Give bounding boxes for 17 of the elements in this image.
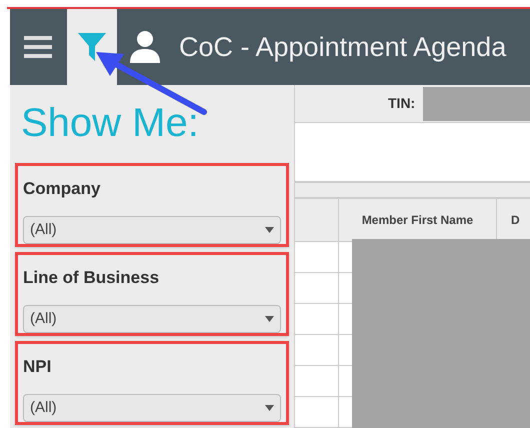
filter-label: Line of Business — [23, 267, 160, 289]
filter-dropdown[interactable]: (All) — [23, 304, 281, 333]
filter-button[interactable] — [67, 9, 117, 85]
tin-field[interactable] — [423, 86, 530, 120]
tin-label: TIN: — [388, 94, 416, 113]
dropdown-caret-icon — [265, 226, 274, 233]
panel-title: Show Me: — [21, 103, 200, 143]
dropdown-caret-icon — [265, 404, 274, 411]
filter-icon — [77, 31, 107, 63]
filter-dropdown[interactable]: (All) — [23, 216, 281, 244]
column-header: D — [510, 212, 521, 229]
filter-label: NPI — [23, 356, 52, 378]
app-title: CoC - Appointment Agenda — [179, 30, 506, 64]
user-icon — [129, 30, 161, 64]
filter-dropdown[interactable]: (All) — [23, 394, 281, 422]
dropdown-caret-icon — [265, 316, 274, 322]
filter-label: Company — [23, 178, 102, 200]
